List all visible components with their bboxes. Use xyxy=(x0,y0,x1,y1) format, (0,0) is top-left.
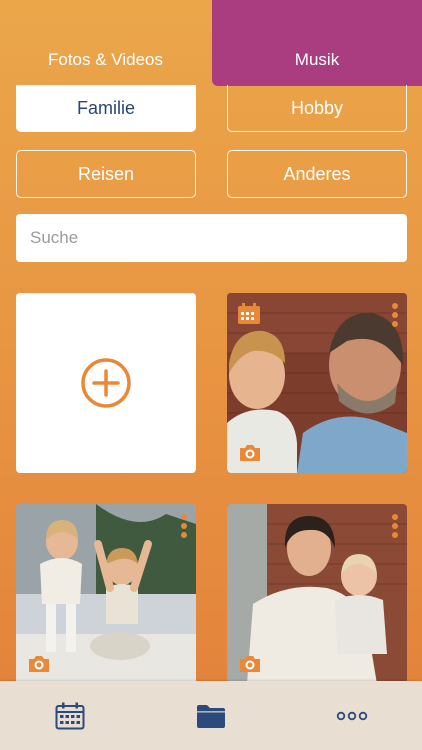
more-vertical-icon[interactable] xyxy=(180,514,188,538)
photo-tile[interactable] xyxy=(16,504,196,684)
category-anderes-label: Anderes xyxy=(283,163,351,184)
bottom-navigation xyxy=(0,681,422,750)
nav-folder[interactable] xyxy=(181,681,241,750)
category-hobby[interactable]: Hobby xyxy=(227,85,407,132)
category-hobby-label: Hobby xyxy=(290,97,344,118)
more-vertical-icon[interactable] xyxy=(391,514,399,538)
category-familie-label: Familie xyxy=(76,98,135,118)
more-horizontal-icon xyxy=(336,711,368,720)
camera-icon xyxy=(29,656,49,672)
more-vertical-icon[interactable] xyxy=(391,303,399,327)
tab-photos-videos-label: Fotos & Videos xyxy=(48,50,163,69)
folder-icon xyxy=(197,704,225,728)
tab-music[interactable]: Musik xyxy=(212,0,422,86)
top-tabs: Fotos & Videos Musik xyxy=(0,0,422,86)
add-media-tile[interactable] xyxy=(16,293,196,473)
category-familie[interactable]: Familie xyxy=(16,85,196,132)
photo-tile[interactable] xyxy=(227,504,407,684)
tab-music-label: Musik xyxy=(294,50,340,69)
camera-icon xyxy=(240,656,260,672)
photo-tile[interactable] xyxy=(227,293,407,473)
category-reisen[interactable]: Reisen xyxy=(16,150,196,198)
category-reisen-label: Reisen xyxy=(77,163,135,184)
calendar-icon xyxy=(55,702,85,729)
category-anderes[interactable]: Anderes xyxy=(227,150,407,198)
tab-photos-videos[interactable]: Fotos & Videos xyxy=(0,0,211,86)
search-input[interactable] xyxy=(16,214,407,262)
nav-more[interactable] xyxy=(322,681,382,750)
plus-circle-icon xyxy=(81,358,131,408)
calendar-icon[interactable] xyxy=(237,303,261,325)
camera-icon xyxy=(240,445,260,461)
nav-calendar[interactable] xyxy=(40,681,100,750)
